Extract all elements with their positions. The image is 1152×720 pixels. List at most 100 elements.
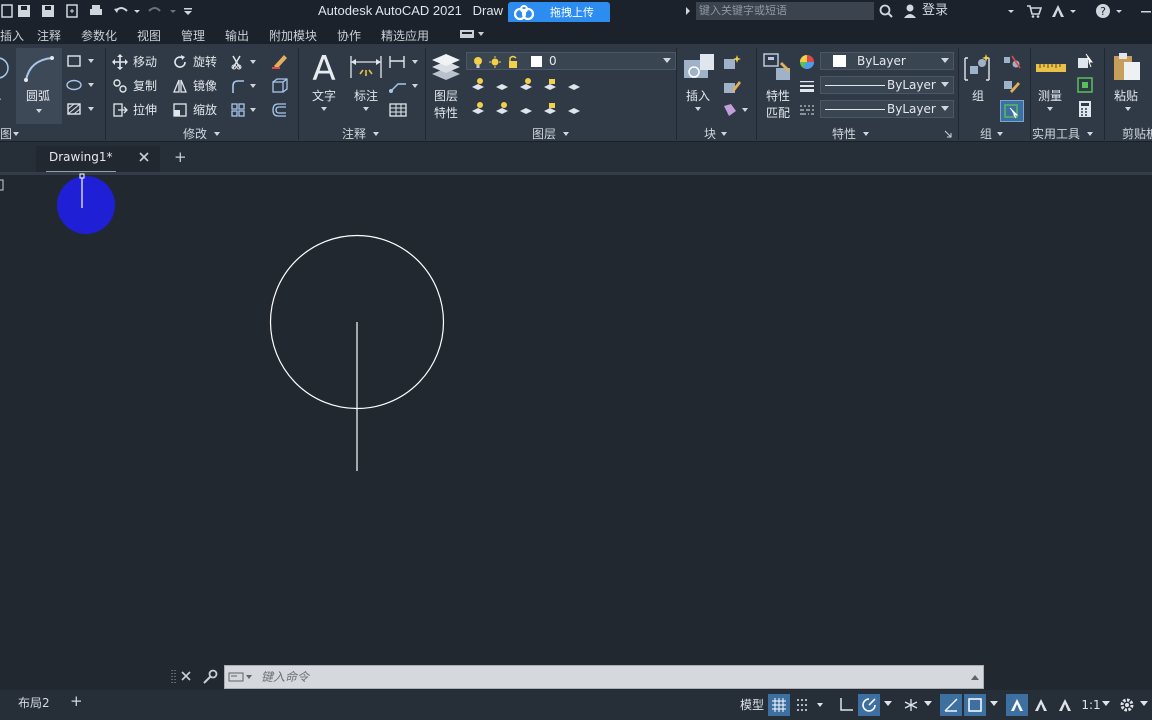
color-dropdown[interactable]: ByLayer bbox=[820, 52, 954, 70]
clipboard-panel-title[interactable]: 剪贴板 bbox=[1122, 126, 1152, 142]
upload-button[interactable]: 拖拽上传 bbox=[508, 2, 610, 24]
circle-tool-icon[interactable] bbox=[0, 54, 14, 86]
layers-panel-title[interactable]: 图层 bbox=[532, 126, 556, 142]
measure-dropdown-icon[interactable] bbox=[1046, 106, 1054, 112]
close-tab-icon[interactable] bbox=[138, 151, 150, 163]
copy-button[interactable]: 复制 bbox=[133, 78, 157, 94]
annotation-visibility-toggle[interactable] bbox=[1006, 694, 1028, 716]
layer-dropdown[interactable]: 0 bbox=[466, 52, 676, 70]
dimension-dropdown-icon[interactable] bbox=[362, 106, 370, 112]
color-wheel-icon[interactable] bbox=[798, 53, 816, 71]
object-snap-dropdown-icon[interactable] bbox=[990, 701, 998, 707]
a360-dropdown-icon[interactable] bbox=[1068, 3, 1078, 19]
tab-addins[interactable]: 附加模块 bbox=[269, 27, 317, 44]
polar-dropdown-icon[interactable] bbox=[884, 701, 892, 707]
insert-button[interactable]: 插入 bbox=[686, 88, 710, 104]
tab-output[interactable]: 输出 bbox=[225, 27, 249, 44]
ungroup-icon[interactable] bbox=[1002, 54, 1022, 70]
lineweight-dropdown[interactable]: ByLayer bbox=[820, 76, 954, 94]
new-file-icon[interactable] bbox=[0, 3, 14, 19]
object-snap-tracking-toggle[interactable] bbox=[940, 694, 962, 716]
arc-button[interactable]: 圆弧 bbox=[16, 48, 62, 124]
tab-view[interactable]: 视图 bbox=[137, 27, 161, 44]
trim-icon[interactable] bbox=[230, 54, 258, 70]
ribbon-display-toggle-icon[interactable] bbox=[458, 27, 486, 41]
redo-dropdown-icon[interactable] bbox=[168, 3, 178, 19]
mirror-button[interactable]: 镜像 bbox=[193, 78, 217, 94]
text-button[interactable]: 文字 bbox=[312, 88, 336, 104]
create-block-icon[interactable] bbox=[722, 54, 742, 70]
groups-panel-title[interactable]: 组 bbox=[980, 126, 992, 142]
grid-toggle[interactable] bbox=[768, 694, 790, 716]
layer-tools-row1-icons[interactable] bbox=[470, 77, 586, 93]
rotate-button[interactable]: 旋转 bbox=[193, 54, 217, 70]
match-properties-button[interactable]: 特性 bbox=[766, 88, 790, 104]
recent-commands-icon[interactable] bbox=[228, 671, 254, 683]
dimension-button[interactable]: 标注 bbox=[354, 88, 378, 104]
scale-dropdown-icon[interactable] bbox=[1102, 701, 1110, 707]
autodesk-a360-icon[interactable] bbox=[1050, 3, 1066, 19]
annotation-scale-button[interactable] bbox=[1054, 694, 1076, 716]
quick-select-icon[interactable] bbox=[1076, 52, 1096, 70]
offset-icon[interactable] bbox=[270, 102, 290, 118]
tab-parametric[interactable]: 参数化 bbox=[81, 27, 117, 44]
scale-button[interactable]: 缩放 bbox=[193, 102, 217, 118]
snap-toggle[interactable] bbox=[794, 694, 828, 716]
web-mobile-icon[interactable] bbox=[64, 3, 80, 19]
workspace-dropdown-icon[interactable] bbox=[1140, 701, 1148, 707]
annotation-panel-title[interactable]: 注释 bbox=[342, 126, 366, 142]
scale-value[interactable]: 1:1 bbox=[1080, 694, 1102, 716]
command-grip-icon[interactable] bbox=[170, 668, 178, 686]
draw-panel-title[interactable]: 图 bbox=[0, 126, 12, 142]
login-dropdown-icon[interactable] bbox=[1006, 3, 1016, 19]
layer-tools-row2-icons[interactable] bbox=[470, 101, 586, 117]
search-icon[interactable] bbox=[878, 3, 894, 19]
undo-dropdown-icon[interactable] bbox=[132, 3, 142, 19]
insert-dropdown-icon[interactable] bbox=[694, 106, 702, 112]
tab-layout2[interactable]: 布局2 bbox=[18, 694, 50, 711]
save-icon[interactable] bbox=[16, 3, 32, 19]
lineweight-icon[interactable] bbox=[798, 78, 816, 94]
layer-properties-button[interactable]: 图层 bbox=[434, 88, 458, 104]
table-icon[interactable] bbox=[388, 102, 408, 118]
arc-dropdown-icon[interactable] bbox=[35, 108, 43, 114]
stretch-button[interactable]: 拉伸 bbox=[133, 102, 157, 118]
measure-button[interactable]: 测量 bbox=[1038, 88, 1062, 104]
tab-featured-apps[interactable]: 精选应用 bbox=[381, 27, 429, 44]
auto-scale-toggle[interactable] bbox=[1030, 694, 1052, 716]
edit-attributes-icon[interactable] bbox=[722, 102, 750, 118]
group-button[interactable]: 组 bbox=[972, 88, 984, 104]
help-icon[interactable]: ? bbox=[1094, 3, 1112, 19]
save-as-icon[interactable] bbox=[40, 3, 56, 19]
properties-panel-title[interactable]: 特性 bbox=[832, 126, 856, 142]
customize-wrench-icon[interactable] bbox=[202, 669, 218, 685]
linetype-icon[interactable] bbox=[798, 102, 816, 118]
isodraft-toggle[interactable] bbox=[900, 694, 922, 716]
polar-toggle[interactable] bbox=[858, 694, 880, 716]
properties-dialog-launcher-icon[interactable] bbox=[944, 130, 952, 138]
layers-panel-expand-icon[interactable] bbox=[562, 130, 570, 138]
tab-insert[interactable]: 插入 bbox=[0, 27, 24, 44]
undo-icon[interactable] bbox=[112, 3, 130, 19]
viewport-control-icon[interactable] bbox=[0, 179, 4, 191]
paste-dropdown-icon[interactable] bbox=[1124, 106, 1132, 112]
ortho-toggle[interactable] bbox=[836, 694, 856, 716]
modify-panel-title[interactable]: 修改 bbox=[183, 126, 207, 142]
draw-panel-expand-icon[interactable] bbox=[12, 130, 20, 138]
modify-panel-expand-icon[interactable] bbox=[213, 130, 221, 138]
group-selection-toggle[interactable] bbox=[1000, 100, 1024, 122]
array-3d-icon[interactable] bbox=[270, 78, 290, 94]
rectangle-icon[interactable] bbox=[66, 54, 100, 68]
paste-button[interactable]: 粘贴 bbox=[1114, 88, 1138, 104]
tab-drawing1[interactable]: Drawing1* bbox=[36, 146, 160, 172]
tab-collaborate[interactable]: 协作 bbox=[337, 27, 361, 44]
cart-icon[interactable] bbox=[1026, 3, 1042, 19]
ellipse-icon[interactable] bbox=[66, 78, 100, 92]
block-panel-title[interactable]: 块 bbox=[704, 126, 716, 142]
calculator-icon[interactable] bbox=[1076, 100, 1096, 118]
expand-arrow-icon[interactable] bbox=[684, 3, 692, 19]
new-tab-button[interactable]: + bbox=[174, 148, 187, 166]
move-button[interactable]: 移动 bbox=[133, 54, 157, 70]
isodraft-dropdown-icon[interactable] bbox=[924, 701, 932, 707]
erase-icon[interactable] bbox=[270, 52, 290, 70]
